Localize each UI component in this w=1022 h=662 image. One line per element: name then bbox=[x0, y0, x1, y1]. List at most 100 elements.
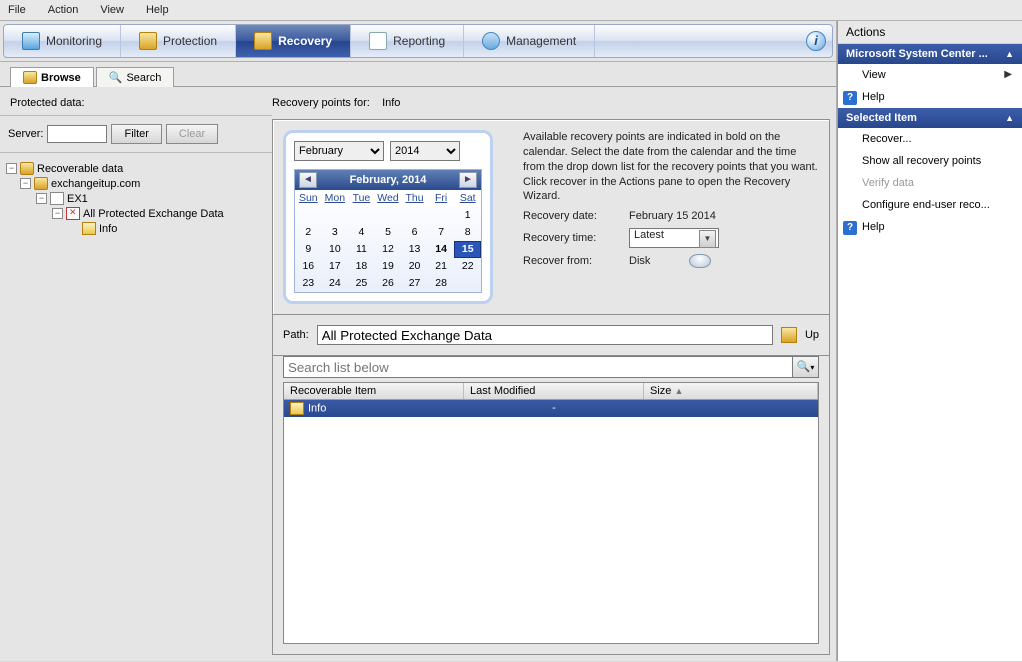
tab-search[interactable]: 🔍Search bbox=[96, 67, 175, 87]
tree-group[interactable]: All Protected Exchange Data bbox=[83, 208, 224, 220]
tree-domain[interactable]: exchangeitup.com bbox=[51, 178, 140, 190]
chevron-right-icon: ▶ bbox=[1004, 69, 1012, 80]
server-icon bbox=[50, 192, 64, 205]
cal-day[interactable]: 25 bbox=[348, 275, 375, 292]
tree-server[interactable]: EX1 bbox=[67, 193, 88, 205]
calendar: February 2014 ◄ February, 2014 ► SunMonT… bbox=[283, 130, 493, 304]
cal-day[interactable]: 15 bbox=[454, 241, 481, 258]
nav-recovery[interactable]: Recovery bbox=[236, 25, 351, 57]
action-verify-data: Verify data bbox=[838, 172, 1022, 194]
col-last-modified[interactable]: Last Modified bbox=[464, 383, 644, 399]
path-row: Path: Up bbox=[272, 315, 830, 356]
cal-dow: Tue bbox=[348, 190, 375, 207]
action-help[interactable]: ?Help bbox=[838, 86, 1022, 108]
info-icon[interactable]: i bbox=[806, 31, 826, 51]
nav-monitoring[interactable]: Monitoring bbox=[4, 25, 121, 57]
actions-header-system[interactable]: Microsoft System Center ...▲ bbox=[838, 44, 1022, 64]
calendar-title: February, 2014 bbox=[350, 174, 427, 186]
search-button[interactable]: 🔍▾ bbox=[793, 356, 819, 378]
tree-toggle[interactable]: − bbox=[36, 193, 47, 204]
exchange-icon bbox=[66, 207, 80, 220]
cal-day[interactable]: 20 bbox=[401, 258, 428, 275]
up-label[interactable]: Up bbox=[805, 329, 819, 341]
disk-icon bbox=[689, 254, 711, 268]
cal-day[interactable]: 6 bbox=[401, 224, 428, 241]
cal-day[interactable]: 2 bbox=[295, 224, 322, 241]
cal-day[interactable]: 24 bbox=[322, 275, 349, 292]
nav-management[interactable]: Management bbox=[464, 25, 595, 57]
cal-day[interactable]: 11 bbox=[348, 241, 375, 258]
cal-dow: Sat bbox=[454, 190, 481, 207]
menu-file[interactable]: File bbox=[4, 2, 30, 18]
nav-protection[interactable]: Protection bbox=[121, 25, 236, 57]
menu-view[interactable]: View bbox=[96, 2, 128, 18]
actions-title: Actions bbox=[838, 21, 1022, 44]
cal-day[interactable]: 9 bbox=[295, 241, 322, 258]
cal-day[interactable]: 26 bbox=[375, 275, 402, 292]
cal-day[interactable]: 7 bbox=[428, 224, 455, 241]
cal-day[interactable]: 14 bbox=[428, 241, 455, 258]
clear-button[interactable]: Clear bbox=[166, 124, 218, 144]
cal-dow: Mon bbox=[322, 190, 349, 207]
grid-row[interactable]: Info - bbox=[284, 400, 818, 417]
tree-root[interactable]: Recoverable data bbox=[37, 163, 123, 175]
cal-day[interactable]: 27 bbox=[401, 275, 428, 292]
collapse-icon: ▲ bbox=[1005, 49, 1014, 59]
tree-toggle[interactable]: − bbox=[6, 163, 17, 174]
help-icon: ? bbox=[843, 221, 857, 235]
cal-day[interactable]: 13 bbox=[401, 241, 428, 258]
month-select[interactable]: February bbox=[294, 141, 384, 161]
cal-day[interactable]: 8 bbox=[454, 224, 481, 241]
menu-action[interactable]: Action bbox=[44, 2, 83, 18]
folder-icon bbox=[82, 222, 96, 235]
monitor-icon bbox=[22, 32, 40, 50]
year-select[interactable]: 2014 bbox=[390, 141, 460, 161]
list-search-input[interactable] bbox=[283, 356, 793, 378]
recovery-points-target: Info bbox=[382, 97, 400, 109]
calendar-grid[interactable]: SunMonTueWedThuFriSat1234567891011121314… bbox=[295, 190, 481, 292]
action-view[interactable]: View▶ bbox=[838, 64, 1022, 86]
cal-next-icon[interactable]: ► bbox=[459, 172, 477, 188]
cal-day[interactable]: 17 bbox=[322, 258, 349, 275]
database-icon bbox=[20, 162, 34, 175]
cal-dow: Wed bbox=[375, 190, 402, 207]
cal-day[interactable]: 28 bbox=[428, 275, 455, 292]
action-recover[interactable]: Recover... bbox=[838, 128, 1022, 150]
tree-toggle[interactable]: − bbox=[52, 208, 63, 219]
up-icon[interactable] bbox=[781, 327, 797, 343]
nav-reporting[interactable]: Reporting bbox=[351, 25, 464, 57]
tab-browse[interactable]: Browse bbox=[10, 67, 94, 87]
cal-day[interactable]: 5 bbox=[375, 224, 402, 241]
cal-day[interactable]: 3 bbox=[322, 224, 349, 241]
path-input[interactable] bbox=[317, 325, 773, 345]
cal-day[interactable]: 18 bbox=[348, 258, 375, 275]
cal-day[interactable]: 1 bbox=[454, 207, 481, 224]
filter-button[interactable]: Filter bbox=[111, 124, 161, 144]
cal-dow: Sun bbox=[295, 190, 322, 207]
cal-day[interactable]: 23 bbox=[295, 275, 322, 292]
cal-day[interactable]: 19 bbox=[375, 258, 402, 275]
cal-day[interactable]: 16 bbox=[295, 258, 322, 275]
tree-leaf[interactable]: Info bbox=[99, 223, 117, 235]
action-help-2[interactable]: ?Help bbox=[838, 216, 1022, 238]
tree-toggle[interactable]: − bbox=[20, 178, 31, 189]
menu-help[interactable]: Help bbox=[142, 2, 173, 18]
cal-dow: Thu bbox=[401, 190, 428, 207]
actions-header-selected[interactable]: Selected Item▲ bbox=[838, 108, 1022, 128]
action-configure-enduser[interactable]: Configure end-user reco... bbox=[838, 194, 1022, 216]
recovery-time-select[interactable]: Latest bbox=[629, 228, 719, 248]
server-input[interactable] bbox=[47, 125, 107, 143]
cal-day[interactable]: 10 bbox=[322, 241, 349, 258]
cal-day[interactable]: 21 bbox=[428, 258, 455, 275]
domain-icon bbox=[34, 177, 48, 190]
help-icon: ? bbox=[843, 91, 857, 105]
action-show-all-points[interactable]: Show all recovery points bbox=[838, 150, 1022, 172]
cal-day[interactable]: 22 bbox=[454, 258, 481, 275]
col-size[interactable]: Size ▲ bbox=[644, 383, 818, 399]
col-recoverable-item[interactable]: Recoverable Item bbox=[284, 383, 464, 399]
cal-day[interactable]: 4 bbox=[348, 224, 375, 241]
label-recovery-date: Recovery date: bbox=[523, 210, 613, 222]
cal-day[interactable]: 12 bbox=[375, 241, 402, 258]
cal-prev-icon[interactable]: ◄ bbox=[299, 172, 317, 188]
grid-header[interactable]: Recoverable Item Last Modified Size ▲ bbox=[284, 383, 818, 400]
